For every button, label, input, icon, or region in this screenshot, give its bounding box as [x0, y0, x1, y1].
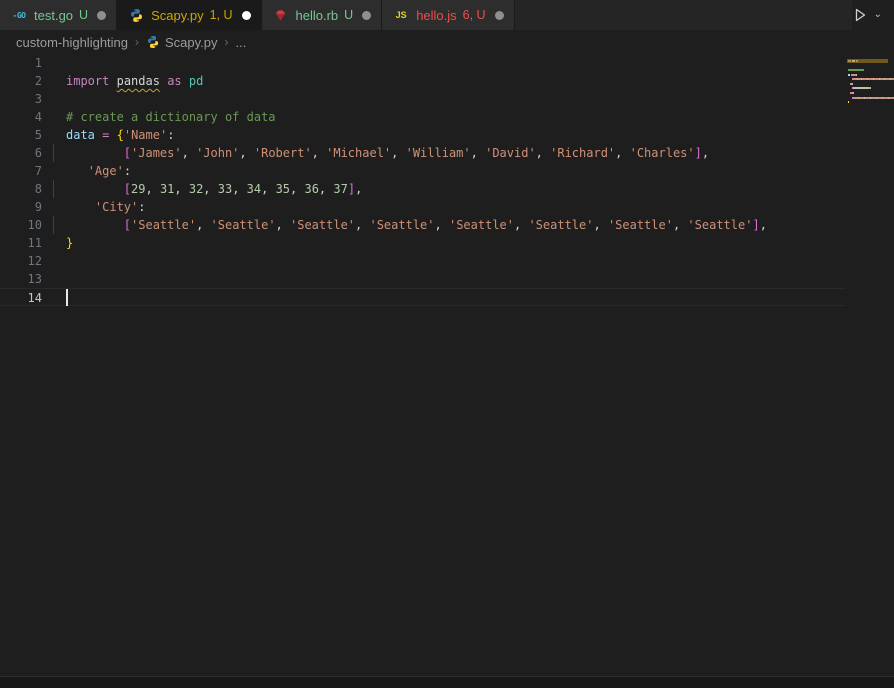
- tab-hello-rb[interactable]: hello.rb U: [262, 0, 383, 30]
- indent-guide: [53, 180, 54, 198]
- ruby-icon: [273, 8, 288, 23]
- js-icon: JS: [396, 10, 407, 20]
- tab-git-problem-decoration: U: [344, 8, 353, 22]
- tab-git-problem-decoration: U: [79, 8, 88, 22]
- tab-label: Scapy.py: [151, 8, 204, 23]
- minimap-line: [846, 114, 894, 119]
- run-button[interactable]: [852, 7, 868, 23]
- line-number: 2: [0, 72, 42, 90]
- tab-label: hello.js: [416, 8, 456, 23]
- text-cursor: [66, 289, 68, 306]
- indent-guide: [53, 144, 54, 162]
- modified-dot-icon[interactable]: [362, 11, 371, 20]
- tab-bar: -GO test.go U Scapy.py 1, U hello.rb U JS hello.…: [0, 0, 894, 30]
- line-number: 1: [0, 54, 42, 72]
- line-number: 13: [0, 270, 42, 288]
- line-number: 4: [0, 108, 42, 126]
- modified-dot-icon[interactable]: [242, 11, 251, 20]
- code-text: 'Age':: [66, 162, 131, 180]
- python-icon: [146, 35, 160, 49]
- tab-label: test.go: [34, 8, 73, 23]
- code-line-3[interactable]: 3: [0, 90, 894, 108]
- code-line-6[interactable]: 6 ['James', 'John', 'Robert', 'Michael',…: [0, 144, 894, 162]
- line-number: 12: [0, 252, 42, 270]
- tab-label: hello.rb: [296, 8, 339, 23]
- line-number: 11: [0, 234, 42, 252]
- line-number: 9: [0, 198, 42, 216]
- chevron-right-icon: ›: [225, 35, 229, 49]
- minimap[interactable]: [846, 54, 894, 676]
- code-text: ['Seattle', 'Seattle', 'Seattle', 'Seatt…: [66, 216, 767, 234]
- code-text: import pandas as pd: [66, 72, 203, 90]
- tab-hello-js[interactable]: JS hello.js 6, U: [382, 0, 514, 30]
- python-icon: [129, 8, 144, 23]
- tab-test-go[interactable]: -GO test.go U: [0, 0, 117, 30]
- code-text: [29, 31, 32, 33, 34, 35, 36, 37],: [66, 180, 362, 198]
- indent-guide: [53, 216, 54, 234]
- tab-git-problem-decoration: 6, U: [463, 8, 486, 22]
- code-line-7[interactable]: 7 'Age':: [0, 162, 894, 180]
- code-line-10[interactable]: 10 ['Seattle', 'Seattle', 'Seattle', 'Se…: [0, 216, 894, 234]
- code-text: }: [66, 234, 73, 252]
- chevron-right-icon: ›: [135, 35, 139, 49]
- code-line-9[interactable]: 9 'City':: [0, 198, 894, 216]
- modified-dot-icon[interactable]: [495, 11, 504, 20]
- line-number: 10: [0, 216, 42, 234]
- code-text: ['James', 'John', 'Robert', 'Michael', '…: [66, 144, 709, 162]
- line-number: 8: [0, 180, 42, 198]
- editor-actions: ⌄: [852, 0, 894, 30]
- python-icon: [146, 35, 160, 49]
- line-number: 5: [0, 126, 42, 144]
- chevron-down-icon[interactable]: ⌄: [874, 9, 882, 20]
- code-line-5[interactable]: 5 data = {'Name':: [0, 126, 894, 144]
- code-editor[interactable]: 12 import pandas as pd 34 # create a dictio…: [0, 54, 894, 676]
- breadcrumb-more[interactable]: ...: [236, 35, 247, 50]
- code-line-8[interactable]: 8 [29, 31, 32, 33, 34, 35, 36, 37],: [0, 180, 894, 198]
- code-text: data = {'Name':: [66, 126, 174, 144]
- panel-divider[interactable]: [0, 676, 894, 688]
- go-icon: -GO: [13, 11, 26, 20]
- code-line-12[interactable]: 12: [0, 252, 894, 270]
- tab-git-problem-decoration: 1, U: [210, 8, 233, 22]
- breadcrumb-file[interactable]: Scapy.py: [146, 35, 218, 50]
- code-line-1[interactable]: 1: [0, 54, 894, 72]
- code-line-11[interactable]: 11}: [0, 234, 894, 252]
- modified-dot-icon[interactable]: [97, 11, 106, 20]
- code-line-2[interactable]: 2 import pandas as pd: [0, 72, 894, 90]
- code-line-4[interactable]: 4 # create a dictionary of data: [0, 108, 894, 126]
- breadcrumb-folder[interactable]: custom-highlighting: [16, 35, 128, 50]
- line-number: 14: [0, 289, 42, 305]
- code-line-13[interactable]: 13: [0, 270, 894, 288]
- line-number: 7: [0, 162, 42, 180]
- line-number: 6: [0, 144, 42, 162]
- tab-scapy-py[interactable]: Scapy.py 1, U: [117, 0, 261, 30]
- line-number: 3: [0, 90, 42, 108]
- code-text: 'City':: [66, 198, 146, 216]
- code-text: # create a dictionary of data: [66, 108, 276, 126]
- play-icon: [852, 7, 868, 23]
- breadcrumb: custom-highlighting › Scapy.py › ...: [0, 30, 894, 54]
- code-line-14[interactable]: 14: [0, 288, 894, 306]
